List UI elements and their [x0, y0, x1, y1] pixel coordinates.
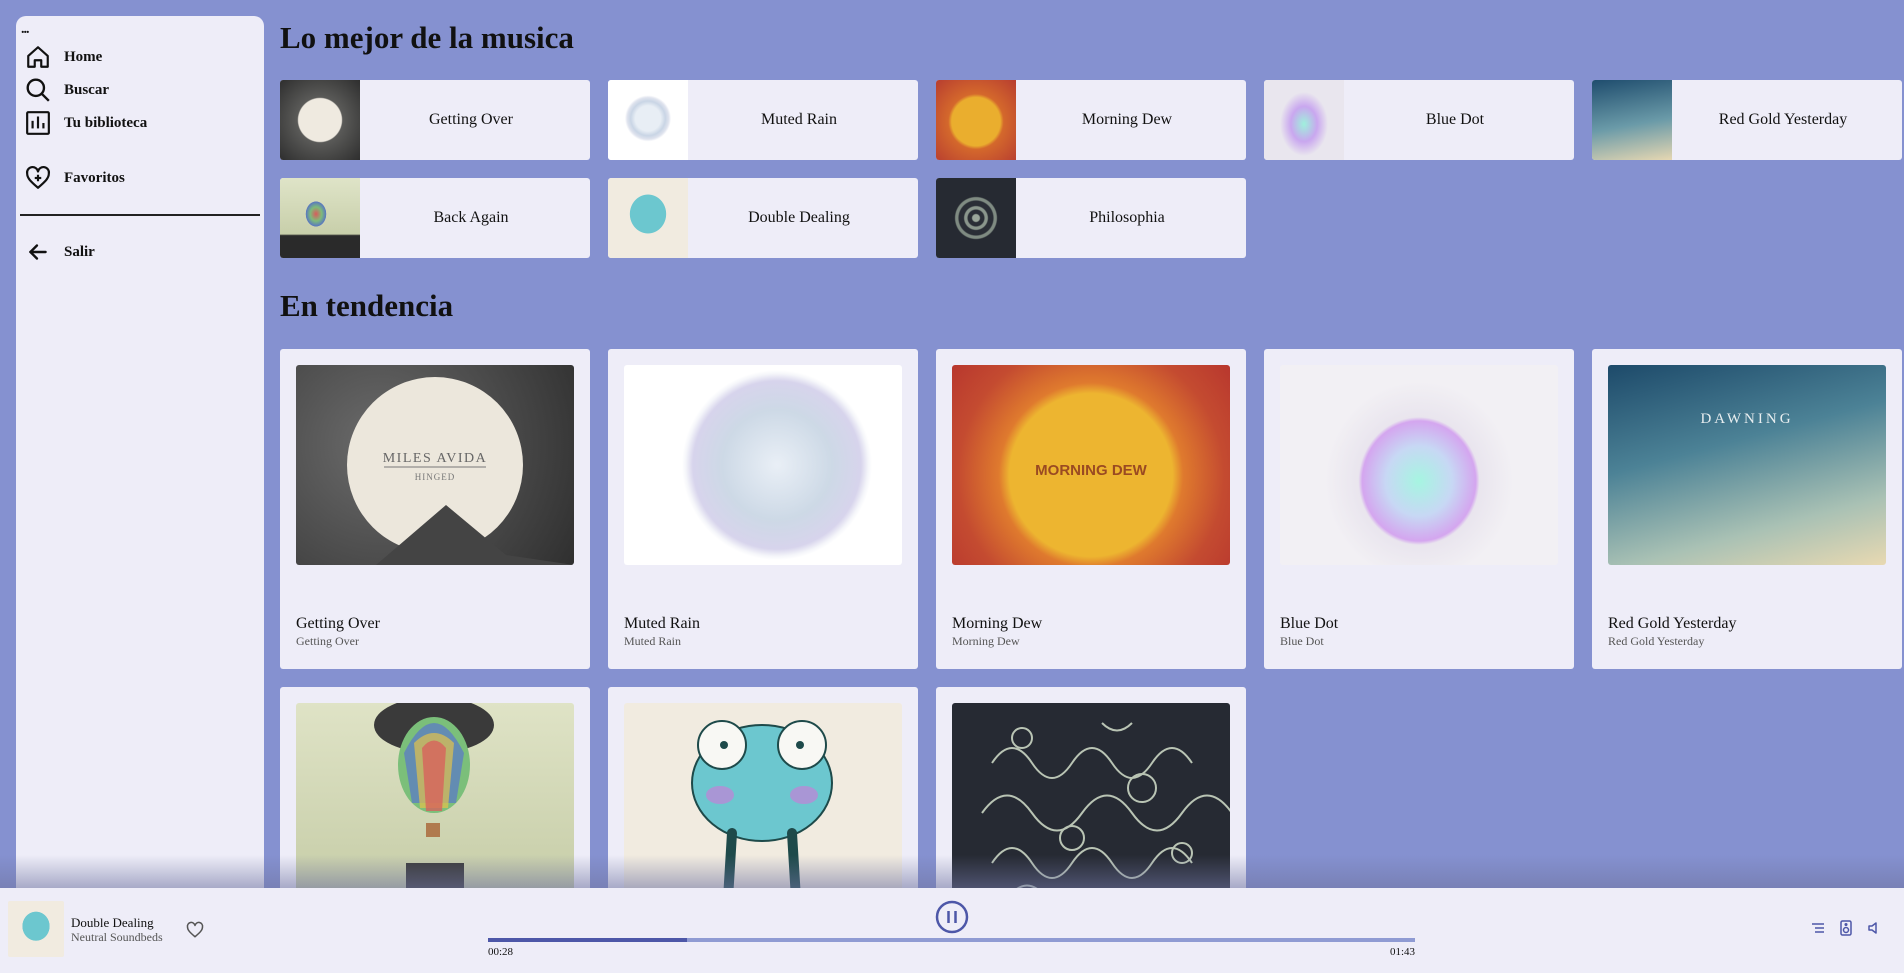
- search-icon: [24, 76, 52, 104]
- sidebar-item-label: Tu biblioteca: [64, 114, 148, 131]
- album-art-double-dealing: [608, 178, 688, 258]
- section-title-trending: En tendencia: [280, 288, 454, 323]
- progress-fill: [488, 938, 688, 942]
- sidebar-item-buscar[interactable]: Buscar: [24, 75, 109, 105]
- album-art-muted-rain: [624, 365, 902, 565]
- device-button[interactable]: [1838, 920, 1856, 938]
- sidebar-item-favoritos[interactable]: Favoritos: [24, 163, 125, 193]
- sidebar-item-biblioteca[interactable]: Tu biblioteca: [24, 108, 147, 138]
- speaker-device-icon: [1840, 920, 1852, 936]
- quick-card-double-dealing[interactable]: Double Dealing: [608, 178, 918, 258]
- trend-card-title: Blue Dot: [1280, 615, 1339, 632]
- album-art-morning-dew: [936, 80, 1016, 160]
- art-text-subtitle: HINGED: [415, 472, 456, 482]
- sidebar: ... Home Buscar Tu biblioteca Favoritos …: [16, 16, 264, 888]
- scroll-fade: [0, 855, 1904, 888]
- main-content: Lo mejor de la musica Getting Over Muted…: [264, 0, 1904, 888]
- quick-card-muted-rain[interactable]: Muted Rain: [608, 80, 918, 160]
- sidebar-divider: [20, 214, 260, 216]
- quick-card-philosophia[interactable]: Philosophia: [936, 178, 1246, 258]
- album-art-muted-rain: [608, 80, 688, 160]
- sidebar-item-label: Buscar: [64, 81, 109, 98]
- album-art-red-gold-yesterday: [1592, 80, 1672, 160]
- quick-card-label: Back Again: [433, 209, 509, 226]
- trend-card-red-gold-yesterday[interactable]: DAWNING Red Gold Yesterday Red Gold Yest…: [1592, 349, 1902, 669]
- library-icon: [24, 109, 52, 137]
- like-button[interactable]: [186, 921, 206, 941]
- sidebar-item-home[interactable]: Home: [24, 42, 102, 72]
- pause-button[interactable]: [935, 900, 969, 934]
- quick-card-label: Muted Rain: [761, 111, 837, 128]
- trend-card-getting-over[interactable]: MILES AVIDA HINGED Getting Over Getting …: [280, 349, 590, 669]
- quick-card-label: Philosophia: [1089, 209, 1165, 226]
- album-art-getting-over: [280, 80, 360, 160]
- trend-card-muted-rain[interactable]: Muted Rain Muted Rain: [608, 349, 918, 669]
- trend-card-title: Muted Rain: [624, 615, 700, 632]
- art-text-artist: MILES AVIDA: [383, 451, 488, 466]
- quick-card-getting-over[interactable]: Getting Over: [280, 80, 590, 160]
- album-art-blue-dot: [1280, 365, 1558, 565]
- total-time: 01:43: [1390, 946, 1416, 958]
- quick-card-red-gold-yesterday[interactable]: Red Gold Yesterday: [1592, 80, 1902, 160]
- trend-card-subtitle: Muted Rain: [624, 634, 681, 648]
- heart-plus-icon: [24, 164, 52, 192]
- player-bar: Double Dealing Neutral Soundbeds 00:28 0…: [0, 888, 1904, 973]
- section-title-best: Lo mejor de la musica: [280, 20, 574, 55]
- album-art-back-again: [280, 178, 360, 258]
- volume-icon: [1868, 922, 1877, 934]
- sidebar-item-salir[interactable]: Salir: [24, 237, 95, 267]
- quick-card-back-again[interactable]: Back Again: [280, 178, 590, 258]
- heart-icon: [186, 921, 204, 938]
- trend-card-subtitle: Red Gold Yesterday: [1608, 634, 1705, 648]
- now-playing-title[interactable]: Double Dealing: [71, 915, 154, 931]
- album-art-philosophia: [936, 178, 1016, 258]
- album-art-getting-over: MILES AVIDA HINGED: [296, 365, 574, 565]
- sidebar-item-label: Favoritos: [64, 169, 125, 186]
- album-art-morning-dew: MORNING DEW: [952, 365, 1230, 565]
- trend-card-morning-dew[interactable]: MORNING DEW Morning Dew Morning Dew: [936, 349, 1246, 669]
- trend-card-title: Morning Dew: [952, 615, 1043, 632]
- quick-card-label: Red Gold Yesterday: [1718, 111, 1848, 128]
- pause-icon: [935, 900, 969, 934]
- queue-button[interactable]: [1810, 920, 1828, 938]
- quick-card-morning-dew[interactable]: Morning Dew: [936, 80, 1246, 160]
- quick-card-label: Double Dealing: [748, 209, 850, 226]
- home-icon: [24, 43, 52, 71]
- quick-card-label: Blue Dot: [1425, 111, 1485, 128]
- trend-card-title: Getting Over: [296, 615, 380, 632]
- queue-icon: [1812, 923, 1824, 933]
- quick-card-label: Getting Over: [429, 111, 513, 128]
- progress-bar[interactable]: [488, 938, 1415, 942]
- trend-card-subtitle: Blue Dot: [1280, 634, 1324, 648]
- trend-card-subtitle: Morning Dew: [952, 634, 1020, 648]
- album-art-red-gold-yesterday: DAWNING: [1608, 365, 1886, 565]
- now-playing-artist[interactable]: Neutral Soundbeds: [71, 930, 163, 945]
- sidebar-item-label: Home: [64, 48, 103, 65]
- trend-card-subtitle: Getting Over: [296, 634, 359, 648]
- menu-dots-icon[interactable]: ...: [21, 22, 29, 38]
- art-text-title: DAWNING: [1700, 411, 1793, 427]
- now-playing-art[interactable]: [8, 901, 64, 957]
- trend-card-blue-dot[interactable]: Blue Dot Blue Dot: [1264, 349, 1574, 669]
- album-art-blue-dot: [1264, 80, 1344, 160]
- quick-card-label: Morning Dew: [1081, 111, 1173, 128]
- art-text-title: MORNING DEW: [1035, 462, 1148, 479]
- current-time: 00:28: [488, 946, 514, 958]
- arrow-left-icon: [24, 238, 52, 266]
- trend-card-title: Red Gold Yesterday: [1608, 615, 1737, 632]
- sidebar-item-label: Salir: [64, 243, 95, 260]
- quick-card-blue-dot[interactable]: Blue Dot: [1264, 80, 1574, 160]
- volume-button[interactable]: [1866, 920, 1884, 938]
